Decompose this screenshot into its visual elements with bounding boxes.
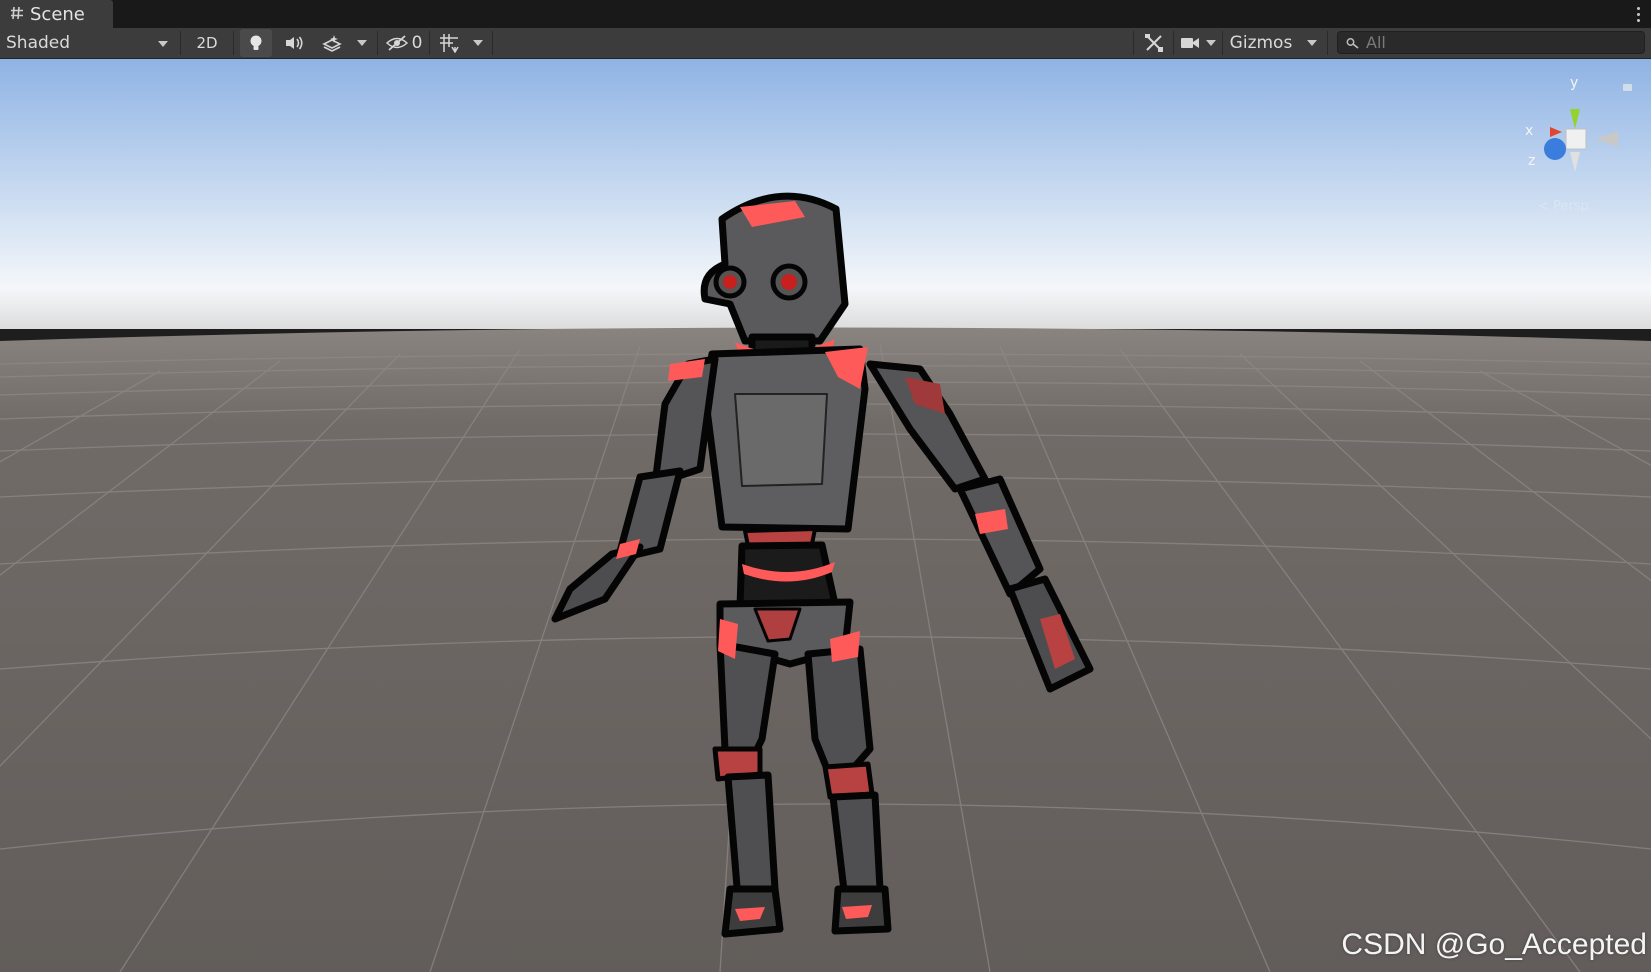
chevron-down-icon	[158, 41, 168, 47]
scene-tab-label: Scene	[30, 3, 85, 25]
axis-z-label: z	[1528, 153, 1536, 169]
chevron-down-icon	[357, 40, 367, 46]
toolbar-divider	[1222, 31, 1223, 55]
chevron-left-icon: <	[1538, 199, 1554, 214]
camera-icon	[1181, 38, 1199, 48]
2d-toggle-button[interactable]: 2D	[187, 29, 227, 57]
search-input[interactable]	[1366, 33, 1636, 52]
speaker-icon	[286, 36, 303, 50]
toolbar-divider	[492, 31, 493, 55]
lighting-toggle-button[interactable]	[240, 29, 272, 57]
toolbar-divider	[429, 31, 430, 55]
toolbar-divider	[377, 31, 378, 55]
scene-grid-icon	[10, 4, 24, 25]
tab-bar: Scene	[0, 0, 1651, 28]
search-field[interactable]	[1337, 31, 1645, 54]
toolbar-divider	[1327, 31, 1328, 55]
scene-tools-button[interactable]	[1138, 29, 1170, 57]
gizmos-dropdown-button[interactable]	[1300, 29, 1324, 57]
projection-toggle[interactable]: < Persp	[1538, 199, 1589, 214]
effects-toggle-button[interactable]	[316, 29, 348, 57]
toolbar-divider	[180, 31, 181, 55]
effects-dropdown-button[interactable]	[352, 29, 372, 57]
chevron-down-icon	[1307, 40, 1317, 46]
scene-toolbar: Shaded 2D 0 Gizmos All	[0, 28, 1651, 59]
audio-toggle-button[interactable]	[278, 29, 310, 57]
grid-dropdown-button[interactable]	[468, 29, 488, 57]
more-vertical-icon[interactable]	[1631, 3, 1645, 25]
projection-label: Persp	[1553, 199, 1589, 214]
chevron-down-icon	[1206, 40, 1216, 46]
orientation-gizmo[interactable]: y x z < Persp	[1510, 69, 1640, 229]
lock-icon[interactable]	[1623, 84, 1632, 91]
hidden-count: 0	[411, 33, 423, 53]
eye-hidden-icon	[385, 35, 408, 51]
gizmos-button[interactable]: Gizmos	[1226, 29, 1296, 57]
effects-layers-icon	[322, 35, 342, 52]
scene-tab[interactable]: Scene	[0, 0, 113, 28]
light-bulb-icon	[250, 35, 262, 50]
toolbar-divider	[1133, 31, 1134, 55]
draw-mode-label: Shaded	[6, 33, 71, 53]
scene-visibility-button[interactable]: 0	[382, 29, 426, 57]
scene-view-render	[0, 59, 1651, 972]
axis-x-label: x	[1525, 123, 1534, 139]
camera-settings-button[interactable]	[1176, 29, 1220, 57]
watermark: CSDN @Go_Accepted	[1341, 928, 1647, 961]
scene-viewport[interactable]: y x z < Persp CSDN @Go_Accepted	[0, 59, 1651, 972]
tools-icon	[1145, 34, 1163, 52]
toolbar-divider	[1173, 31, 1174, 55]
toolbar-divider	[233, 31, 234, 55]
chevron-down-icon	[473, 40, 483, 46]
search-icon	[1346, 37, 1359, 49]
axis-y-label: y	[1570, 75, 1579, 91]
grid-toggle-button[interactable]	[433, 29, 465, 57]
grid-snap-icon	[440, 34, 459, 53]
draw-mode-dropdown[interactable]: Shaded	[0, 29, 178, 57]
2d-toggle-label: 2D	[196, 34, 218, 52]
gizmos-label: Gizmos	[1229, 33, 1293, 53]
